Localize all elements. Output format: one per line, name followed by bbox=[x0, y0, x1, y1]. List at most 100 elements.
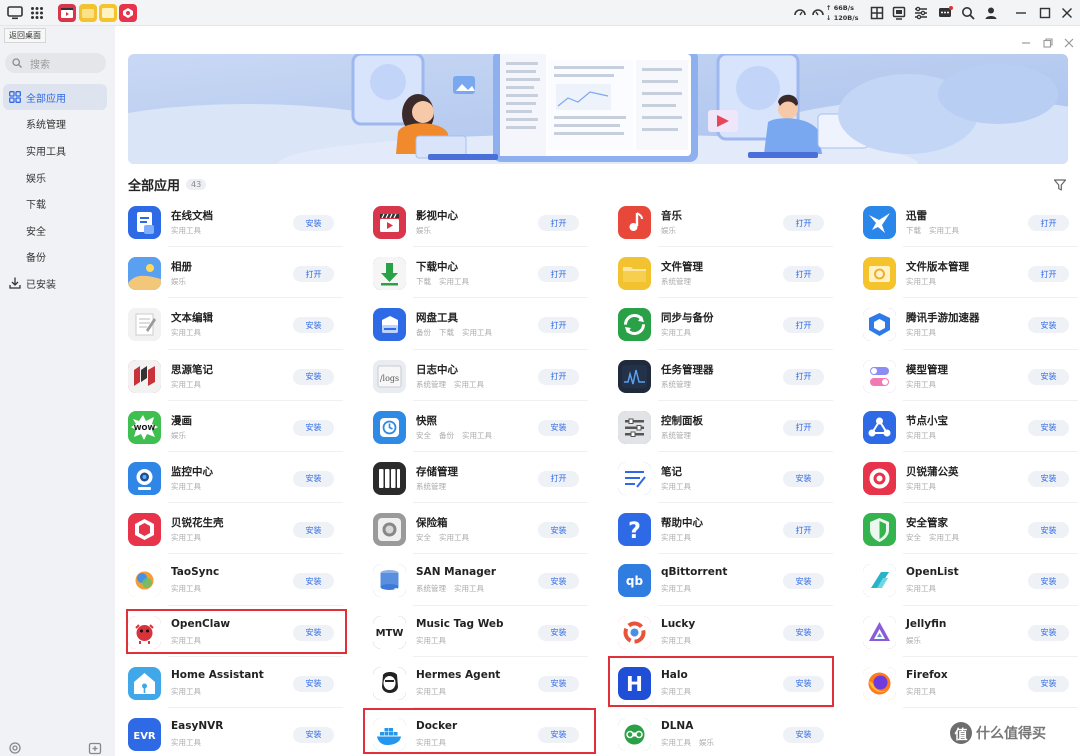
download-arrow-icon[interactable] bbox=[373, 257, 406, 291]
install-app-button[interactable]: 安装 bbox=[293, 726, 334, 743]
app-name[interactable]: 帮助中心 bbox=[661, 515, 703, 530]
open-app-button[interactable]: 打开 bbox=[293, 266, 334, 283]
install-app-button[interactable]: 安装 bbox=[293, 675, 334, 692]
install-app-button[interactable]: 安装 bbox=[783, 726, 824, 743]
app-card[interactable]: 安全管家 安全 实用工具 安装 bbox=[863, 503, 1080, 555]
app-card[interactable]: EVR EasyNVR 实用工具 安装 bbox=[128, 708, 373, 756]
app-card[interactable]: 迅雷 下载 实用工具 打开 bbox=[863, 196, 1080, 248]
app-card[interactable]: /logs 日志中心 系统管理 实用工具 打开 bbox=[373, 350, 618, 401]
app-grid-icon[interactable] bbox=[28, 4, 46, 22]
cpu-gauge-icon[interactable] bbox=[792, 4, 808, 22]
minimize-window-icon[interactable] bbox=[1012, 4, 1030, 22]
open-app-button[interactable]: 打开 bbox=[783, 368, 824, 385]
install-app-button[interactable]: 安装 bbox=[538, 675, 579, 692]
note-lines-icon[interactable] bbox=[618, 461, 651, 495]
app-name[interactable]: Firefox bbox=[906, 669, 948, 681]
open-app-button[interactable]: 打开 bbox=[538, 266, 579, 283]
camera-icon[interactable] bbox=[128, 461, 161, 495]
app-name[interactable]: 同步与备份 bbox=[661, 310, 714, 325]
install-app-button[interactable]: 安装 bbox=[1028, 675, 1069, 692]
app-card[interactable]: WOW 漫画 娱乐 安装 bbox=[128, 401, 373, 453]
cloud-drive-icon[interactable] bbox=[373, 308, 406, 342]
app-name[interactable]: Music Tag Web bbox=[416, 618, 504, 630]
app-name[interactable]: Lucky bbox=[661, 618, 695, 630]
install-app-button[interactable]: 安装 bbox=[1028, 317, 1069, 334]
taskbar-video-icon[interactable] bbox=[58, 4, 76, 22]
app-card[interactable]: 存储管理 系统管理 打开 bbox=[373, 452, 618, 504]
hermes-icon[interactable] bbox=[373, 666, 406, 700]
app-name[interactable]: Hermes Agent bbox=[416, 669, 500, 681]
install-app-button[interactable]: 安装 bbox=[538, 573, 579, 590]
app-name[interactable]: SAN Manager bbox=[416, 566, 496, 578]
app-name[interactable]: 腾讯手游加速器 bbox=[906, 310, 980, 325]
install-app-button[interactable]: 安装 bbox=[1028, 368, 1069, 385]
app-name[interactable]: DLNA bbox=[661, 720, 693, 732]
sidebar-item-installed[interactable]: 已安装 bbox=[3, 270, 107, 296]
peanut-shell-icon[interactable] bbox=[128, 513, 161, 547]
sidebar-item-backup[interactable]: 备份 bbox=[3, 243, 107, 269]
app-card[interactable]: 思源笔记 实用工具 安装 bbox=[128, 350, 373, 401]
app-name[interactable]: 思源笔记 bbox=[171, 362, 213, 377]
app-name[interactable]: 监控中心 bbox=[171, 464, 213, 479]
san-icon[interactable]: SAN bbox=[373, 564, 406, 598]
open-app-button[interactable]: 打开 bbox=[538, 215, 579, 231]
app-name[interactable]: 日志中心 bbox=[416, 362, 458, 377]
open-app-button[interactable]: 打开 bbox=[783, 419, 824, 436]
app-card[interactable]: 音乐 娱乐 打开 bbox=[618, 196, 863, 248]
app-card[interactable]: DLNA 实用工具 娱乐 安装 bbox=[618, 708, 863, 756]
app-name[interactable]: 保险箱 bbox=[416, 515, 448, 530]
install-app-button[interactable]: 安装 bbox=[293, 368, 334, 385]
app-name[interactable]: 影视中心 bbox=[416, 208, 458, 223]
firefox-icon[interactable] bbox=[863, 666, 896, 700]
app-name[interactable]: 快照 bbox=[416, 413, 437, 428]
sidebar-item-utilities[interactable]: 实用工具 bbox=[3, 137, 107, 163]
toggle-switch-icon[interactable] bbox=[863, 359, 896, 393]
settings-gear-icon[interactable] bbox=[8, 740, 22, 754]
app-name[interactable]: 笔记 bbox=[661, 464, 682, 479]
promo-banner[interactable] bbox=[128, 54, 1068, 164]
app-name[interactable]: 在线文档 bbox=[171, 208, 213, 223]
app-name[interactable]: 漫画 bbox=[171, 413, 192, 428]
app-name[interactable]: 网盘工具 bbox=[416, 310, 458, 325]
app-card[interactable]: 节点小宝 实用工具 安装 bbox=[863, 401, 1080, 453]
app-card[interactable]: Hermes Agent 实用工具 安装 bbox=[373, 657, 618, 709]
settings-sliders-icon[interactable] bbox=[912, 4, 930, 22]
app-card[interactable]: 快照 安全 备份 实用工具 安装 bbox=[373, 401, 618, 453]
app-card[interactable]: 腾讯手游加速器 实用工具 安装 bbox=[863, 298, 1080, 350]
app-card[interactable]: 文本编辑 实用工具 安装 bbox=[128, 298, 373, 350]
control-panel-icon[interactable] bbox=[618, 410, 651, 444]
install-app-button[interactable]: 安装 bbox=[1028, 624, 1069, 641]
open-app-button[interactable]: 打开 bbox=[783, 215, 824, 231]
install-app-button[interactable]: 安装 bbox=[293, 573, 334, 590]
clapperboard-icon[interactable] bbox=[373, 206, 406, 239]
message-icon[interactable] bbox=[936, 4, 954, 22]
game-booster-icon[interactable] bbox=[863, 308, 896, 342]
app-card[interactable]: 保险箱 安全 实用工具 安装 bbox=[373, 503, 618, 555]
user-icon[interactable] bbox=[982, 4, 1000, 22]
app-name[interactable]: 贝锐花生壳 bbox=[171, 515, 224, 530]
app-card[interactable]: Lucky 实用工具 安装 bbox=[618, 606, 863, 657]
app-name[interactable]: 迅雷 bbox=[906, 208, 927, 223]
app-card[interactable]: Firefox 实用工具 安装 bbox=[863, 657, 1080, 709]
lucky-icon[interactable] bbox=[618, 615, 651, 649]
app-card[interactable]: 任务管理器 系统管理 打开 bbox=[618, 350, 863, 401]
taskbar-app-icon[interactable] bbox=[119, 4, 137, 22]
app-card[interactable]: 网盘工具 备份 下载 实用工具 打开 bbox=[373, 298, 618, 350]
install-app-button[interactable]: 安装 bbox=[538, 522, 579, 539]
app-name[interactable]: 模型管理 bbox=[906, 362, 948, 377]
search-icon[interactable] bbox=[959, 4, 977, 22]
app-name[interactable]: 音乐 bbox=[661, 208, 682, 223]
sync-icon[interactable] bbox=[618, 308, 651, 342]
dandelion-icon[interactable] bbox=[863, 461, 896, 495]
safe-icon[interactable] bbox=[373, 513, 406, 547]
ram-gauge-icon[interactable] bbox=[810, 4, 826, 22]
app-name[interactable]: OpenList bbox=[906, 566, 959, 578]
widgets-icon[interactable] bbox=[868, 4, 886, 22]
open-app-button[interactable]: 打开 bbox=[1028, 266, 1069, 283]
logs-icon[interactable]: /logs bbox=[373, 359, 406, 393]
app-card[interactable]: 在线文档 实用工具 安装 bbox=[128, 196, 373, 248]
open-app-button[interactable]: 打开 bbox=[783, 266, 824, 283]
app-card[interactable]: Home Assistant 实用工具 安装 bbox=[128, 657, 373, 709]
app-name[interactable]: 控制面板 bbox=[661, 413, 703, 428]
app-name[interactable]: qBittorrent bbox=[661, 566, 727, 578]
